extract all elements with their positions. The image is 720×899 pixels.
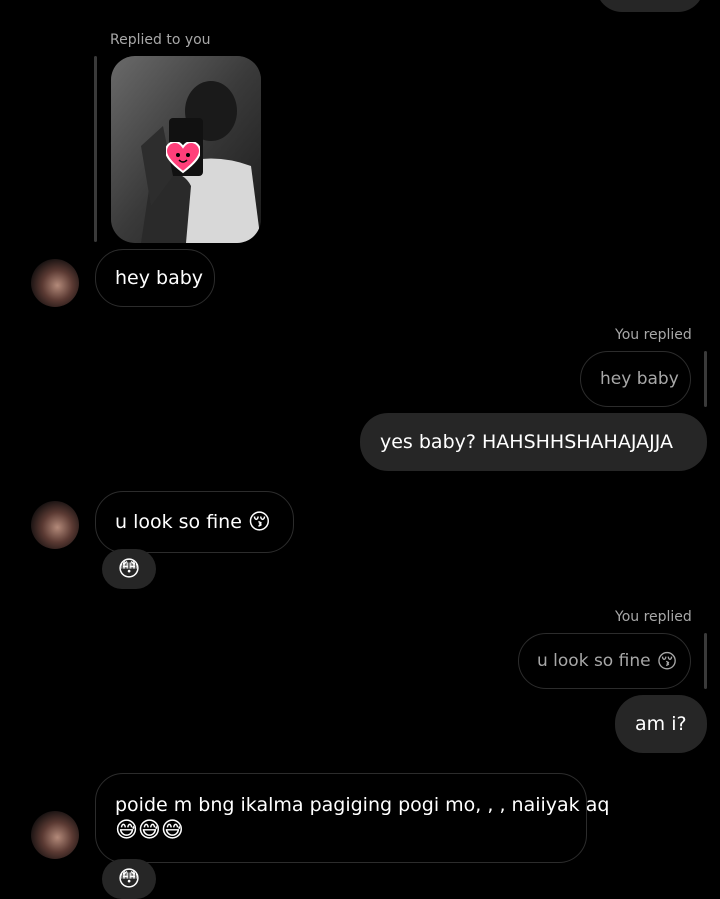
incoming-message[interactable]: poide m bng ikalma pagiging pogi mo, , ,… — [95, 773, 609, 863]
message-text: hey baby — [115, 267, 204, 289]
kissing-face-emoji: 😚 — [656, 649, 678, 673]
quote-bar — [94, 56, 97, 242]
message-text-line-1: poide m bng ikalma pagiging pogi mo, , ,… — [115, 793, 610, 816]
message-text: am i? — [635, 713, 687, 735]
quoted-message[interactable]: hey baby — [580, 351, 691, 407]
quoted-text: hey baby — [600, 369, 679, 389]
reaction-badge[interactable]: 😳 — [102, 549, 156, 589]
message-text: yes baby? HAHSHHSHAHAJAJJA — [380, 431, 673, 453]
quote-bar — [704, 351, 707, 407]
shared-photo[interactable] — [111, 56, 261, 243]
contact-avatar[interactable] — [31, 501, 79, 549]
you-replied-label: You replied — [615, 327, 692, 343]
incoming-message[interactable]: hey baby — [95, 249, 215, 307]
flushed-face-emoji: 😳 — [117, 556, 141, 582]
heart-sticker-icon — [166, 142, 200, 174]
reply-to-you-label: Replied to you — [110, 32, 211, 48]
contact-avatar[interactable] — [31, 259, 79, 307]
contact-avatar[interactable] — [31, 811, 79, 859]
sweat-smile-emojis: 😅😅😅 — [115, 817, 184, 843]
message-text: u look so fine — [115, 511, 242, 533]
outgoing-message[interactable]: yes baby? HAHSHHSHAHAJAJJA — [360, 413, 707, 471]
quoted-text: u look so fine — [537, 651, 651, 671]
outgoing-bubble-partial[interactable] — [596, 0, 704, 12]
you-replied-label: You replied — [615, 609, 692, 625]
kissing-face-emoji: 😚 — [247, 509, 271, 535]
flushed-face-emoji: 😳 — [117, 866, 141, 892]
incoming-message[interactable]: u look so fine 😚 — [95, 491, 294, 553]
reaction-badge[interactable]: 😳 — [102, 859, 156, 899]
outgoing-message[interactable]: am i? — [615, 695, 707, 753]
quoted-message[interactable]: u look so fine 😚 — [518, 633, 691, 689]
quote-bar — [704, 633, 707, 689]
